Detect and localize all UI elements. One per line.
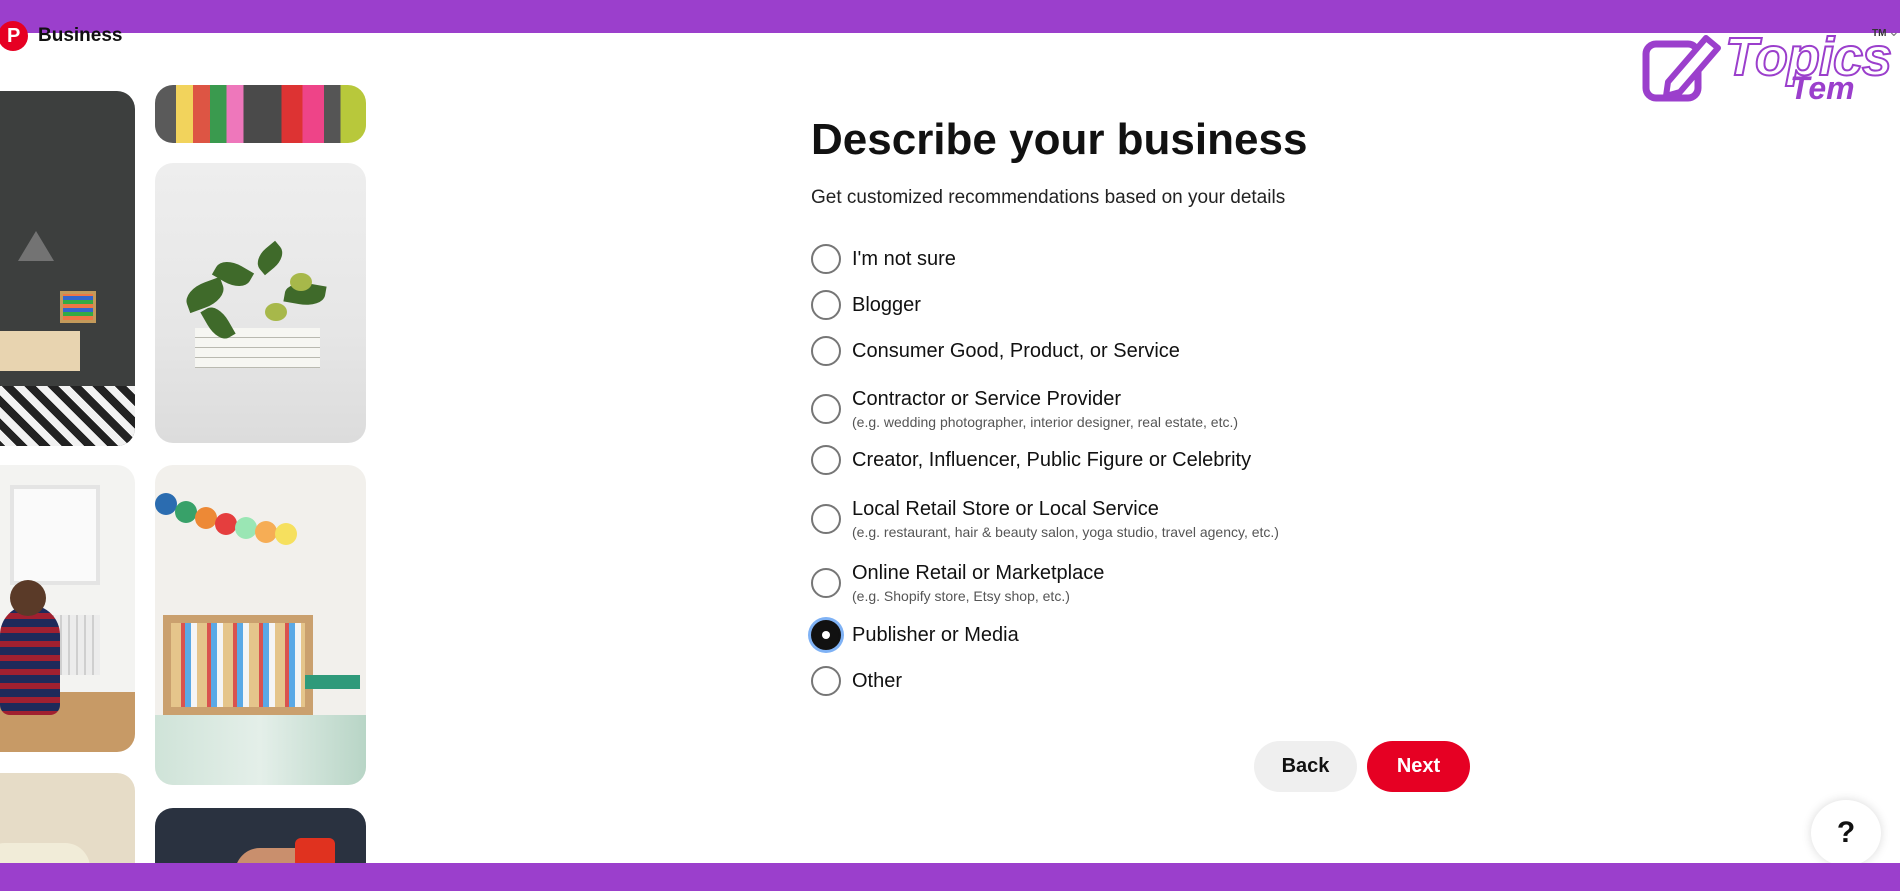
option-hint: (e.g. wedding photographer, interior des… [852,414,1239,430]
option-online-retail[interactable]: Online Retail or Marketplace (e.g. Shopi… [811,562,1104,604]
next-button[interactable]: Next [1367,741,1470,792]
option-label: Consumer Good, Product, or Service [852,340,1180,362]
option-label: Other [852,670,903,692]
gallery-image-classroom [0,91,135,446]
option-blogger[interactable]: Blogger [811,290,921,320]
option-label: Creator, Influencer, Public Figure or Ce… [852,449,1252,471]
gallery-image-laptop [155,808,366,863]
radio-button[interactable] [811,504,841,534]
option-other[interactable]: Other [811,666,902,696]
inspiration-gallery [0,33,380,863]
option-label: Local Retail Store or Local Service [852,498,1159,520]
option-hint: (e.g. Shopify store, Etsy shop, etc.) [852,588,1070,604]
top-frame-bar [0,0,1900,33]
back-button[interactable]: Back [1254,741,1357,792]
gallery-image-child-playing [0,465,135,752]
option-label: Online Retail or Marketplace [852,562,1105,584]
radio-button[interactable] [811,394,841,424]
option-creator[interactable]: Creator, Influencer, Public Figure or Ce… [811,445,1251,475]
help-icon: ? [1836,816,1856,849]
gallery-image-plant [155,163,366,443]
help-button[interactable]: ? [1811,800,1881,866]
page-subtitle: Get customized recommendations based on … [811,187,1286,208]
option-label: Contractor or Service Provider [852,388,1121,410]
radio-button[interactable] [811,666,841,696]
bottom-frame-bar [0,863,1900,891]
form-actions: Back Next [1254,741,1470,792]
watermark-tm: TM [1872,28,1887,39]
option-publisher[interactable]: Publisher or Media [811,620,1019,650]
option-label: I'm not sure [852,248,956,270]
pencil-logo-icon [1642,35,1721,102]
option-contractor[interactable]: Contractor or Service Provider (e.g. wed… [811,388,1238,430]
radio-button[interactable] [811,244,841,274]
gallery-image-playroom [155,465,366,785]
watermark-sub: Tem [1790,70,1855,106]
gallery-image-soft-object [0,773,135,863]
chevron-down-icon: ⌄ [1888,24,1900,40]
option-label: Blogger [852,294,921,316]
option-not-sure[interactable]: I'm not sure [811,244,956,274]
radio-button-selected[interactable] [811,620,841,650]
brand-header[interactable]: Business [0,21,123,51]
gallery-image-supplies [155,85,366,143]
watermark-logo: Topics Tem TM ⌄ [1640,24,1900,108]
radio-button[interactable] [811,568,841,598]
radio-button[interactable] [811,290,841,320]
option-local-retail[interactable]: Local Retail Store or Local Service (e.g… [811,498,1279,540]
option-label: Publisher or Media [852,624,1019,646]
option-consumer-good[interactable]: Consumer Good, Product, or Service [811,336,1180,366]
radio-button[interactable] [811,445,841,475]
business-form-header: Describe your business Get customized re… [811,115,1511,209]
option-hint: (e.g. restaurant, hair & beauty salon, y… [852,524,1279,540]
radio-button[interactable] [811,336,841,366]
pinterest-logo-icon [0,21,28,51]
page-title: Describe your business [811,115,1308,164]
brand-label: Business [38,25,123,46]
